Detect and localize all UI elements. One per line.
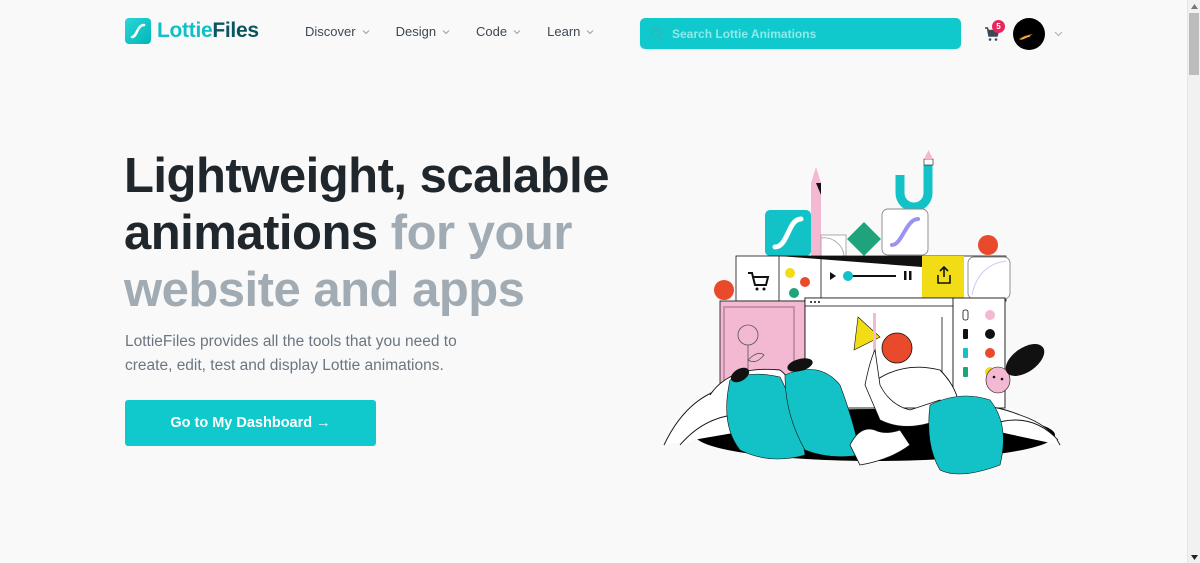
scroll-down-arrow-icon[interactable]	[1188, 551, 1200, 563]
nav-learn[interactable]: Learn	[547, 24, 594, 39]
nav-label: Discover	[305, 24, 356, 39]
red-ball	[978, 235, 998, 255]
yellow-dot	[785, 268, 795, 278]
nav-label: Learn	[547, 24, 581, 39]
chevron-down-icon	[586, 29, 594, 34]
nav-discover[interactable]: Discover	[305, 24, 370, 39]
search-icon	[650, 27, 664, 40]
hero-title: Lightweight, scalable animations for you…	[124, 148, 644, 319]
search-input[interactable]	[672, 26, 952, 41]
logo-text: LottieFiles	[157, 19, 259, 43]
top-navbar: LottieFiles Discover Design Code Learn 5	[0, 0, 1187, 66]
green-diamond	[847, 222, 881, 256]
main-nav: Discover Design Code Learn	[305, 24, 620, 39]
magnet-icon	[895, 150, 934, 212]
chevron-down-icon[interactable]	[1054, 31, 1063, 37]
bezier-curve-block-icon	[881, 208, 929, 256]
scroll-thumb[interactable]	[1189, 13, 1199, 75]
logo-text-lottie: Lottie	[157, 19, 213, 42]
nav-code[interactable]: Code	[476, 24, 521, 39]
lottiefiles-logo[interactable]: LottieFiles	[125, 18, 259, 44]
hero-illustration	[663, 150, 1061, 475]
lottie-s-curve-icon	[125, 18, 151, 44]
logo-text-files: Files	[212, 19, 259, 42]
search-bar[interactable]	[640, 18, 961, 49]
go-to-dashboard-button[interactable]: Go to My Dashboard →	[125, 400, 376, 446]
page-scrollbar[interactable]	[1187, 0, 1200, 563]
lottie-block-icon	[765, 210, 811, 256]
chevron-down-icon	[362, 29, 369, 34]
share-block	[922, 256, 964, 301]
nav-design[interactable]: Design	[396, 24, 450, 39]
scroll-up-arrow-icon[interactable]	[1188, 0, 1200, 12]
avatar[interactable]	[1013, 18, 1045, 50]
nav-label: Code	[476, 24, 508, 39]
nav-label: Design	[395, 24, 437, 39]
chevron-down-icon	[513, 29, 521, 34]
hero-subtitle: LottieFiles provides all the tools that …	[125, 333, 457, 374]
avatar-image	[1019, 34, 1033, 40]
cart-count-badge: 5	[992, 20, 1005, 33]
chevron-down-icon	[442, 29, 450, 34]
